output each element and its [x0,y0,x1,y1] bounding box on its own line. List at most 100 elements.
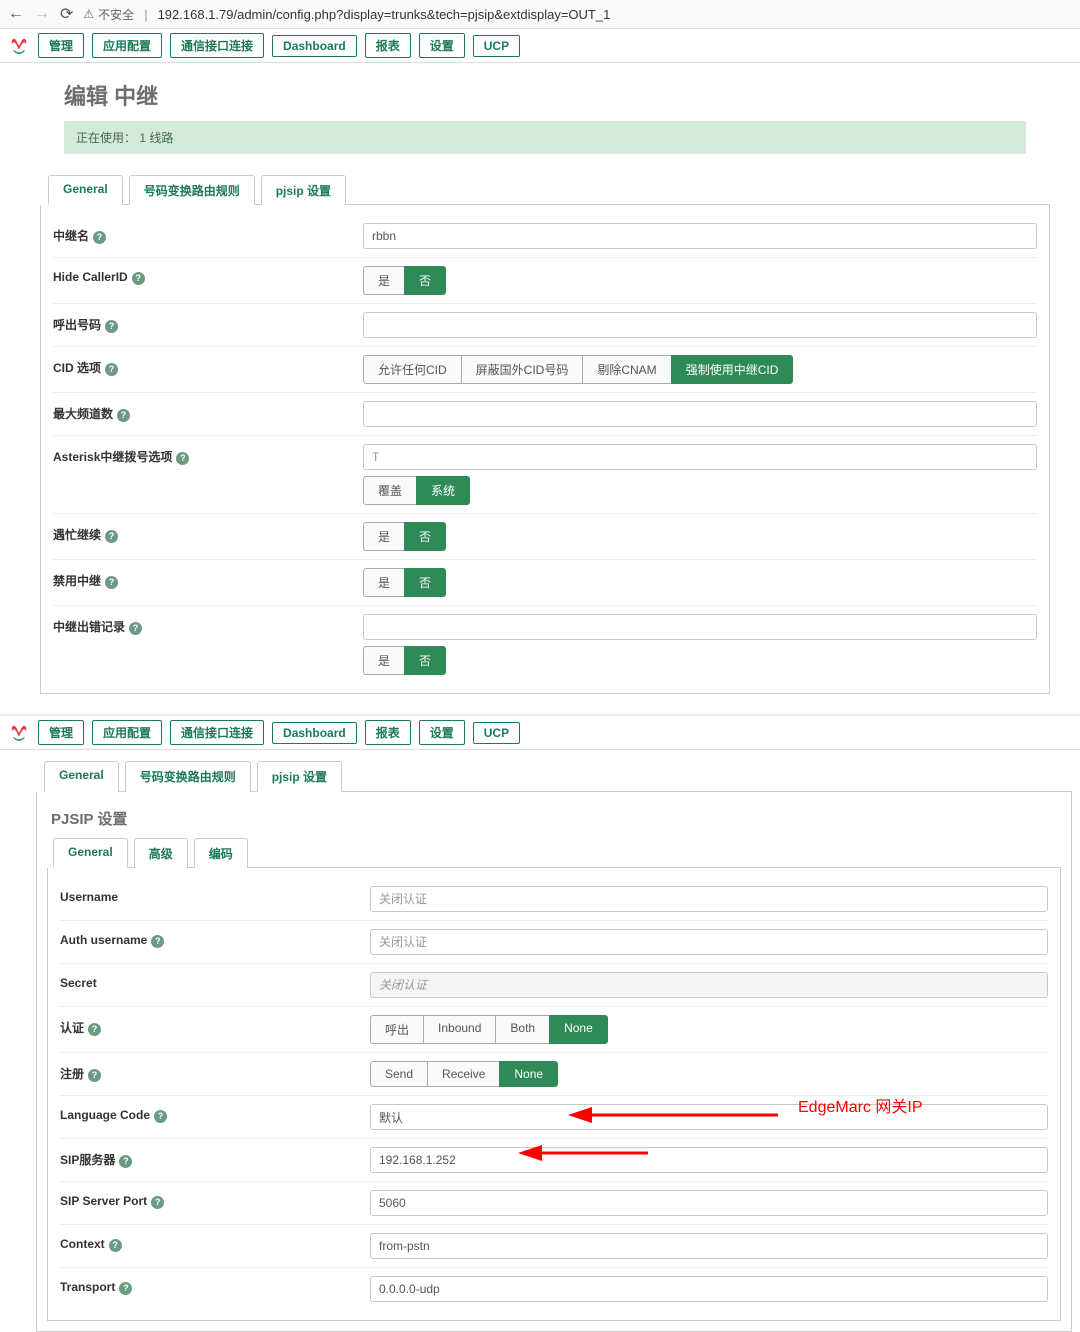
dial-opts-input[interactable] [363,444,1037,470]
dial-opt-override[interactable]: 覆盖 [363,476,417,505]
pjsip-tab-advanced[interactable]: 高级 [134,838,188,868]
err-record-toggle[interactable]: 是否 [363,646,446,675]
nav-app-config[interactable]: 应用配置 [92,720,162,745]
register-group[interactable]: Send Receive None [370,1061,558,1087]
lower-section: 管理 应用配置 通信接口连接 Dashboard 报表 设置 UCP Gener… [0,714,1080,1332]
auth-username-input[interactable] [370,929,1048,955]
transport-input[interactable] [370,1276,1048,1302]
help-icon[interactable]: ? [105,363,118,376]
out-cid-input[interactable] [363,312,1037,338]
insecure-badge: ⚠ 不安全 [83,6,134,23]
help-icon[interactable]: ? [151,1196,164,1209]
tab-pjsip-lower[interactable]: pjsip 设置 [257,761,342,792]
auth-inbound[interactable]: Inbound [423,1015,496,1044]
help-icon[interactable]: ? [151,935,164,948]
register-label: 注册 [60,1067,84,1081]
reload-icon[interactable]: ⟳ [60,4,73,24]
help-icon[interactable]: ? [105,320,118,333]
username-input[interactable] [370,886,1048,912]
nav-reports[interactable]: 报表 [365,33,411,58]
auth-none[interactable]: None [549,1015,608,1044]
help-icon[interactable]: ? [119,1282,132,1295]
back-icon[interactable]: ← [8,5,24,23]
pjsip-inner-tabs: General 高级 编码 [53,837,1061,868]
nav-ucp[interactable]: UCP [473,35,520,57]
continue-busy-yes[interactable]: 是 [363,522,405,551]
lang-input[interactable] [370,1104,1048,1130]
secret-label: Secret [60,976,97,990]
err-record-yes[interactable]: 是 [363,646,405,675]
tab-pjsip[interactable]: pjsip 设置 [261,175,346,205]
help-icon[interactable]: ? [88,1069,101,1082]
auth-group[interactable]: 呼出 Inbound Both None [370,1015,608,1044]
cid-opt-allow-any[interactable]: 允许任何CID [363,355,462,384]
nav-reports[interactable]: 报表 [365,720,411,745]
continue-busy-toggle[interactable]: 是否 [363,522,446,551]
dial-opts-toggle[interactable]: 覆盖 系统 [363,476,470,505]
nav-ucp[interactable]: UCP [473,722,520,744]
disable-trunk-yes[interactable]: 是 [363,568,405,597]
help-icon[interactable]: ? [176,452,189,465]
register-receive[interactable]: Receive [427,1061,500,1087]
max-channels-input[interactable] [363,401,1037,427]
disable-trunk-no[interactable]: 否 [404,568,446,597]
cid-options-group[interactable]: 允许任何CID 屏蔽国外CID号码 剔除CNAM 强制使用中继CID [363,355,793,384]
url-text[interactable]: 192.168.1.79/admin/config.php?display=tr… [158,7,611,22]
pjsip-tab-general[interactable]: General [53,838,128,868]
help-icon[interactable]: ? [117,409,130,422]
pjsip-tab-codecs[interactable]: 编码 [194,838,248,868]
hide-cid-label: Hide CallerID [53,270,128,284]
tab-dialplan[interactable]: 号码变换路由规则 [129,175,255,205]
help-icon[interactable]: ? [105,576,118,589]
nav-admin[interactable]: 管理 [38,720,84,745]
nav-app-config[interactable]: 应用配置 [92,33,162,58]
sip-server-input[interactable] [370,1147,1048,1173]
nav-dashboard[interactable]: Dashboard [272,722,357,744]
dial-opts-label: Asterisk中继拨号选项 [53,450,172,464]
register-none[interactable]: None [499,1061,558,1087]
hide-cid-yes[interactable]: 是 [363,266,405,295]
tab-general[interactable]: General [48,175,123,205]
help-icon[interactable]: ? [119,1155,132,1168]
tab-dialplan-lower[interactable]: 号码变换路由规则 [125,761,251,792]
out-cid-label: 呼出号码 [53,318,101,332]
help-icon[interactable]: ? [129,622,142,635]
nav-connectivity[interactable]: 通信接口连接 [170,720,264,745]
tab-general-lower[interactable]: General [44,761,119,792]
help-icon[interactable]: ? [93,231,106,244]
general-panel: 中继名? Hide CallerID? 是否 呼出号码? CID 选项? 允许任… [40,205,1050,694]
nav-dashboard[interactable]: Dashboard [272,35,357,57]
nav-settings[interactable]: 设置 [419,33,465,58]
hide-cid-no[interactable]: 否 [404,266,446,295]
err-record-input[interactable] [363,614,1037,640]
help-icon[interactable]: ? [132,272,145,285]
auth-both[interactable]: Both [495,1015,550,1044]
register-send[interactable]: Send [370,1061,428,1087]
nav-connectivity[interactable]: 通信接口连接 [170,33,264,58]
logo-icon [8,724,30,742]
help-icon[interactable]: ? [109,1239,122,1252]
disable-trunk-toggle[interactable]: 是否 [363,568,446,597]
err-record-label: 中继出错记录 [53,620,125,634]
sip-port-input[interactable] [370,1190,1048,1216]
trunk-name-input[interactable] [363,223,1037,249]
context-input[interactable] [370,1233,1048,1259]
hide-cid-toggle[interactable]: 是否 [363,266,446,295]
nav-admin[interactable]: 管理 [38,33,84,58]
dial-opt-system[interactable]: 系统 [416,476,470,505]
help-icon[interactable]: ? [105,530,118,543]
auth-outbound[interactable]: 呼出 [370,1015,424,1044]
forward-icon[interactable]: → [34,5,50,23]
help-icon[interactable]: ? [88,1023,101,1036]
cid-opt-force-trunk[interactable]: 强制使用中继CID [671,355,794,384]
context-label: Context [60,1237,105,1251]
nav-settings[interactable]: 设置 [419,720,465,745]
help-icon[interactable]: ? [154,1110,167,1123]
warning-icon: ⚠ [83,7,94,21]
continue-busy-no[interactable]: 否 [404,522,446,551]
cid-opt-remove-cnam[interactable]: 剔除CNAM [582,355,671,384]
lower-main-tabs: General 号码变换路由规则 pjsip 设置 [44,760,1072,792]
disable-trunk-label: 禁用中继 [53,574,101,588]
err-record-no[interactable]: 否 [404,646,446,675]
cid-opt-block-foreign[interactable]: 屏蔽国外CID号码 [461,355,584,384]
